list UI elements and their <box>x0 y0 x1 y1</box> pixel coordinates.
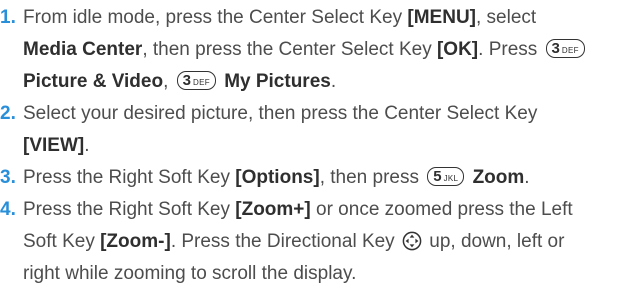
step-text: Soft Key <box>23 231 101 252</box>
step-4: 4. Press the Right Soft Key [Zoom+] or on… <box>0 194 631 290</box>
step-text: . <box>84 135 90 156</box>
step-text: right while zooming to scroll the displa… <box>23 263 357 284</box>
step-text: From idle mode, press the Center Select … <box>23 7 408 28</box>
step-text: or once zoomed press the Left <box>310 199 573 220</box>
my-pictures-label: My Pictures <box>224 71 331 92</box>
step-text: , then press <box>319 167 425 188</box>
zoom-plus-key-label: [Zoom+] <box>235 199 311 220</box>
zoom-label: Zoom <box>472 167 525 188</box>
step-number: 1. <box>0 7 16 28</box>
keypad-5-icon: 5 JKL <box>427 167 465 187</box>
step-text: Press the Right Soft Key <box>23 167 236 188</box>
zoom-minus-key-label: [Zoom-] <box>100 231 171 252</box>
options-key-label: [Options] <box>235 167 320 188</box>
step-text: , then press the Center Select Key <box>142 39 437 60</box>
step-text: , select <box>476 7 537 28</box>
picture-video-label: Picture & Video <box>23 71 164 92</box>
step-3: 3. Press the Right Soft Key [Options], th… <box>0 162 631 194</box>
directional-key-icon <box>402 231 422 251</box>
step-text: . <box>524 167 530 188</box>
keypad-3-icon: 3 DEF <box>545 39 585 59</box>
step-2: 2. Select your desired picture, then pres… <box>0 98 631 162</box>
step-text: . <box>330 71 337 92</box>
menu-key-label: [MENU] <box>407 7 476 28</box>
step-1: 1. From idle mode, press the Center Selec… <box>0 2 631 98</box>
step-number: 2. <box>0 103 16 124</box>
ok-key-label: [OK] <box>436 39 479 60</box>
step-text: . Press the Directional Key <box>170 231 400 252</box>
media-center-label: Media Center <box>23 39 143 60</box>
view-key-label: [VIEW] <box>23 135 85 156</box>
keypad-3-icon: 3 DEF <box>176 71 216 91</box>
step-text: Press the Right Soft Key <box>23 199 236 220</box>
step-text: Select your desired picture, then press … <box>23 103 538 124</box>
step-number: 4. <box>0 199 16 220</box>
step-number: 3. <box>0 167 16 188</box>
step-text: up, down, left or <box>423 231 565 252</box>
step-text: . Press <box>478 39 543 60</box>
step-text: , <box>163 71 169 92</box>
instruction-list: 1. From idle mode, press the Center Selec… <box>0 0 631 284</box>
